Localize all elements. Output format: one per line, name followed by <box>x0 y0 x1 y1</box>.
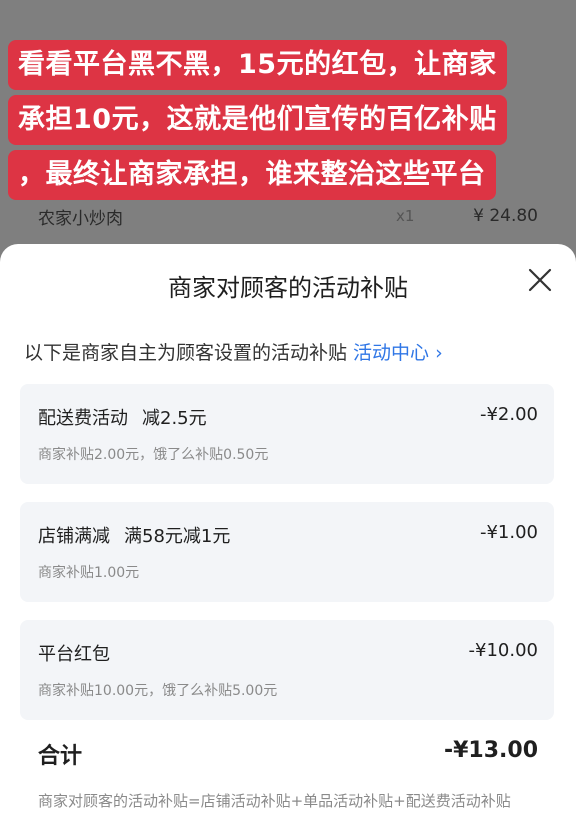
caption-line: 看看平台黑不黑，15元的红包，让商家 <box>8 40 507 90</box>
caption-line: 承担10元，这就是他们宣传的百亿补贴 <box>8 95 507 145</box>
subsidy-card-store-discount: 店铺满减 满58元减1元 -¥1.00 商家补贴1.00元 <box>20 502 554 602</box>
close-icon <box>528 268 552 292</box>
total-row: 合计 -¥13.00 <box>38 738 538 772</box>
subsidy-formula-note: 商家对顾客的活动补贴=店铺活动补贴+单品活动补贴+配送费活动补贴 <box>38 792 511 810</box>
total-value: -¥13.00 <box>443 738 538 763</box>
subtitle-text: 以下是商家自主为顾客设置的活动补贴 <box>24 342 354 364</box>
card-amount: -¥1.00 <box>479 522 538 543</box>
background-order-item: 农家小炒肉 x1 ¥ 24.80 <box>38 200 538 232</box>
item-quantity: x1 <box>396 207 415 225</box>
card-detail: 商家补贴1.00元 <box>38 565 140 581</box>
item-name: 农家小炒肉 <box>38 208 123 229</box>
card-name: 平台红包 <box>38 644 110 665</box>
subsidy-card-delivery: 配送费活动 减2.5元 -¥2.00 商家补贴2.00元，饿了么补贴0.50元 <box>20 384 554 484</box>
subsidy-bottom-sheet: 商家对顾客的活动补贴 以下是商家自主为顾客设置的活动补贴 活动中心 › 配送费活… <box>0 244 576 840</box>
sheet-subtitle: 以下是商家自主为顾客设置的活动补贴 活动中心 › <box>24 338 564 365</box>
card-name: 配送费活动 <box>38 408 128 429</box>
card-name: 店铺满减 <box>38 526 110 547</box>
card-title: 配送费活动 减2.5元 <box>38 404 207 430</box>
card-detail: 商家补贴2.00元，饿了么补贴0.50元 <box>38 447 269 463</box>
card-rule: 减2.5元 <box>142 408 207 429</box>
caption-line: ，最终让商家承担，谁来整治这些平台 <box>8 150 496 200</box>
card-rule: 满58元减1元 <box>124 526 231 547</box>
card-amount: -¥10.00 <box>468 640 538 661</box>
card-title: 平台红包 <box>38 640 110 666</box>
card-detail: 商家补贴10.00元，饿了么补贴5.00元 <box>38 683 278 699</box>
card-title: 店铺满减 满58元减1元 <box>38 522 230 548</box>
subsidy-card-platform-coupon: 平台红包 -¥10.00 商家补贴10.00元，饿了么补贴5.00元 <box>20 620 554 720</box>
sheet-title: 商家对顾客的活动补贴 <box>168 274 408 302</box>
activity-center-link[interactable]: 活动中心 › <box>353 342 443 364</box>
caption-overlay: 看看平台黑不黑，15元的红包，让商家 承担10元，这就是他们宣传的百亿补贴 ，最… <box>8 40 563 200</box>
card-amount: -¥2.00 <box>479 404 538 425</box>
total-label: 合计 <box>38 744 83 769</box>
item-price: ¥ 24.80 <box>473 206 538 226</box>
close-button[interactable] <box>524 264 556 296</box>
